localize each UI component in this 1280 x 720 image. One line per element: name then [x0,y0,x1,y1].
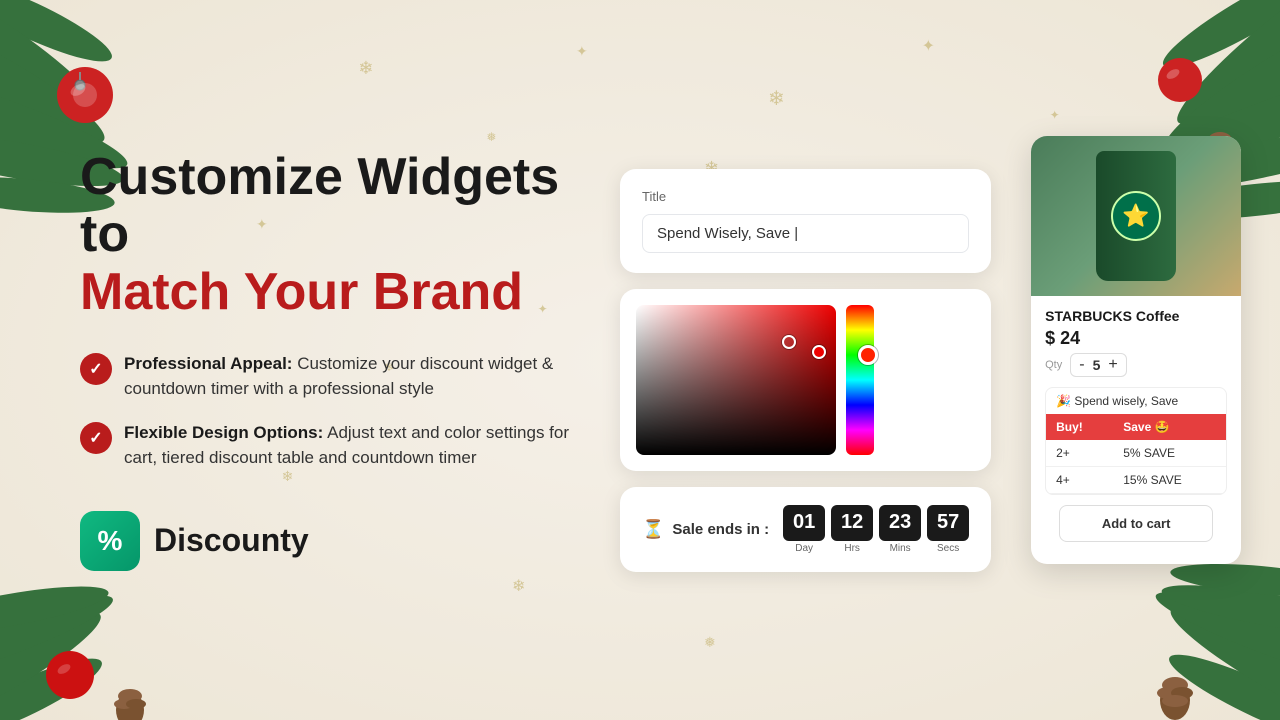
color-hue-thumb[interactable] [858,345,878,365]
title-widget-label: Title [642,189,969,204]
countdown-label-text: Sale ends in : [672,521,769,538]
discount-row-2: 4+ 15% SAVE [1046,467,1226,494]
color-picker-card [620,289,991,471]
countdown-mins: 23 Mins [879,505,921,554]
discount-save-2: 15% SAVE [1113,467,1226,494]
discount-col-buy: Buy! [1046,414,1113,440]
feature-title-2: Flexible Design Options: [124,423,323,442]
qty-controls: - 5 + [1070,353,1126,377]
qty-minus-btn[interactable]: - [1079,357,1084,373]
left-section: Customize Widgets to Match Your Brand Pr… [80,149,580,571]
product-card: ⭐ STARBUCKS Coffee $ 24 Qty - 5 + [1031,136,1241,564]
discount-col-save: Save 🤩 [1113,414,1226,440]
brand-logo: % Discounty [80,511,580,571]
starbucks-logo: ⭐ [1111,191,1161,241]
brand-icon-symbol: % [98,525,123,557]
color-picker-handle-1[interactable] [782,335,796,349]
color-picker-handle-2[interactable] [812,345,826,359]
main-content: Customize Widgets to Match Your Brand Pr… [0,0,1280,720]
discount-widget: 🎉 Spend wisely, Save Buy! Save 🤩 2+ 5% [1045,387,1227,495]
product-image: ⭐ [1031,136,1241,296]
color-gradient-area[interactable] [636,305,836,455]
countdown-blocks: 01 Day 12 Hrs 23 Mins 57 Secs [783,505,969,554]
countdown-days-value: 01 [783,505,825,541]
features-list: Professional Appeal: Customize your disc… [80,351,580,471]
feature-text-1: Professional Appeal: Customize your disc… [124,351,580,402]
qty-plus-btn[interactable]: + [1108,357,1117,373]
product-price: $ 24 [1045,328,1227,349]
countdown-days: 01 Day [783,505,825,554]
countdown-days-unit: Day [795,543,813,554]
discount-qty-2: 4+ [1046,467,1113,494]
countdown-mins-unit: Mins [890,543,911,554]
discount-header-label: 🎉 Spend wisely, Save [1046,388,1226,414]
middle-section: Title ⏳ Sale ends in : 01 Day [620,169,991,572]
feature-title-1: Professional Appeal: [124,354,292,373]
countdown-label: ⏳ Sale ends in : [642,519,769,540]
right-section: ⭐ STARBUCKS Coffee $ 24 Qty - 5 + [1031,136,1251,564]
discount-table-header-row: Buy! Save 🤩 [1046,414,1226,440]
qty-value: 5 [1093,357,1101,373]
hero-title: Customize Widgets to Match Your Brand [80,149,580,321]
countdown-secs-unit: Secs [937,543,959,554]
discount-save-1: 5% SAVE [1113,440,1226,467]
quantity-row: Qty - 5 + [1045,353,1227,377]
countdown-secs: 57 Secs [927,505,969,554]
hero-title-line1: Customize Widgets to [80,149,580,263]
product-info: STARBUCKS Coffee $ 24 Qty - 5 + 🎉 Spend … [1031,296,1241,564]
feature-text-2: Flexible Design Options: Adjust text and… [124,420,580,471]
countdown-hrs-value: 12 [831,505,873,541]
color-hue-slider[interactable] [846,305,874,455]
countdown-mins-value: 23 [879,505,921,541]
countdown-widget-card: ⏳ Sale ends in : 01 Day 12 Hrs 23 Mins 5… [620,487,991,572]
hero-title-line2: Match Your Brand [80,264,580,321]
countdown-hrs: 12 Hrs [831,505,873,554]
qty-label: Qty [1045,359,1062,371]
discount-qty-1: 2+ [1046,440,1113,467]
discount-table: Buy! Save 🤩 2+ 5% SAVE 4+ 15% SAV [1046,414,1226,494]
brand-icon: % [80,511,140,571]
discount-row-1: 2+ 5% SAVE [1046,440,1226,467]
feature-item-2: Flexible Design Options: Adjust text and… [80,420,580,471]
hourglass-icon: ⏳ [642,519,664,540]
countdown-hrs-unit: Hrs [844,543,860,554]
product-name: STARBUCKS Coffee [1045,308,1227,324]
checkmark-icon-2 [80,422,112,454]
title-widget-card: Title [620,169,991,273]
starbucks-bottle: ⭐ [1096,151,1176,281]
checkmark-icon-1 [80,353,112,385]
countdown-secs-value: 57 [927,505,969,541]
title-widget-input[interactable] [642,214,969,253]
brand-name: Discounty [154,522,309,559]
feature-item-1: Professional Appeal: Customize your disc… [80,351,580,402]
add-to-cart-button[interactable]: Add to cart [1059,505,1213,542]
